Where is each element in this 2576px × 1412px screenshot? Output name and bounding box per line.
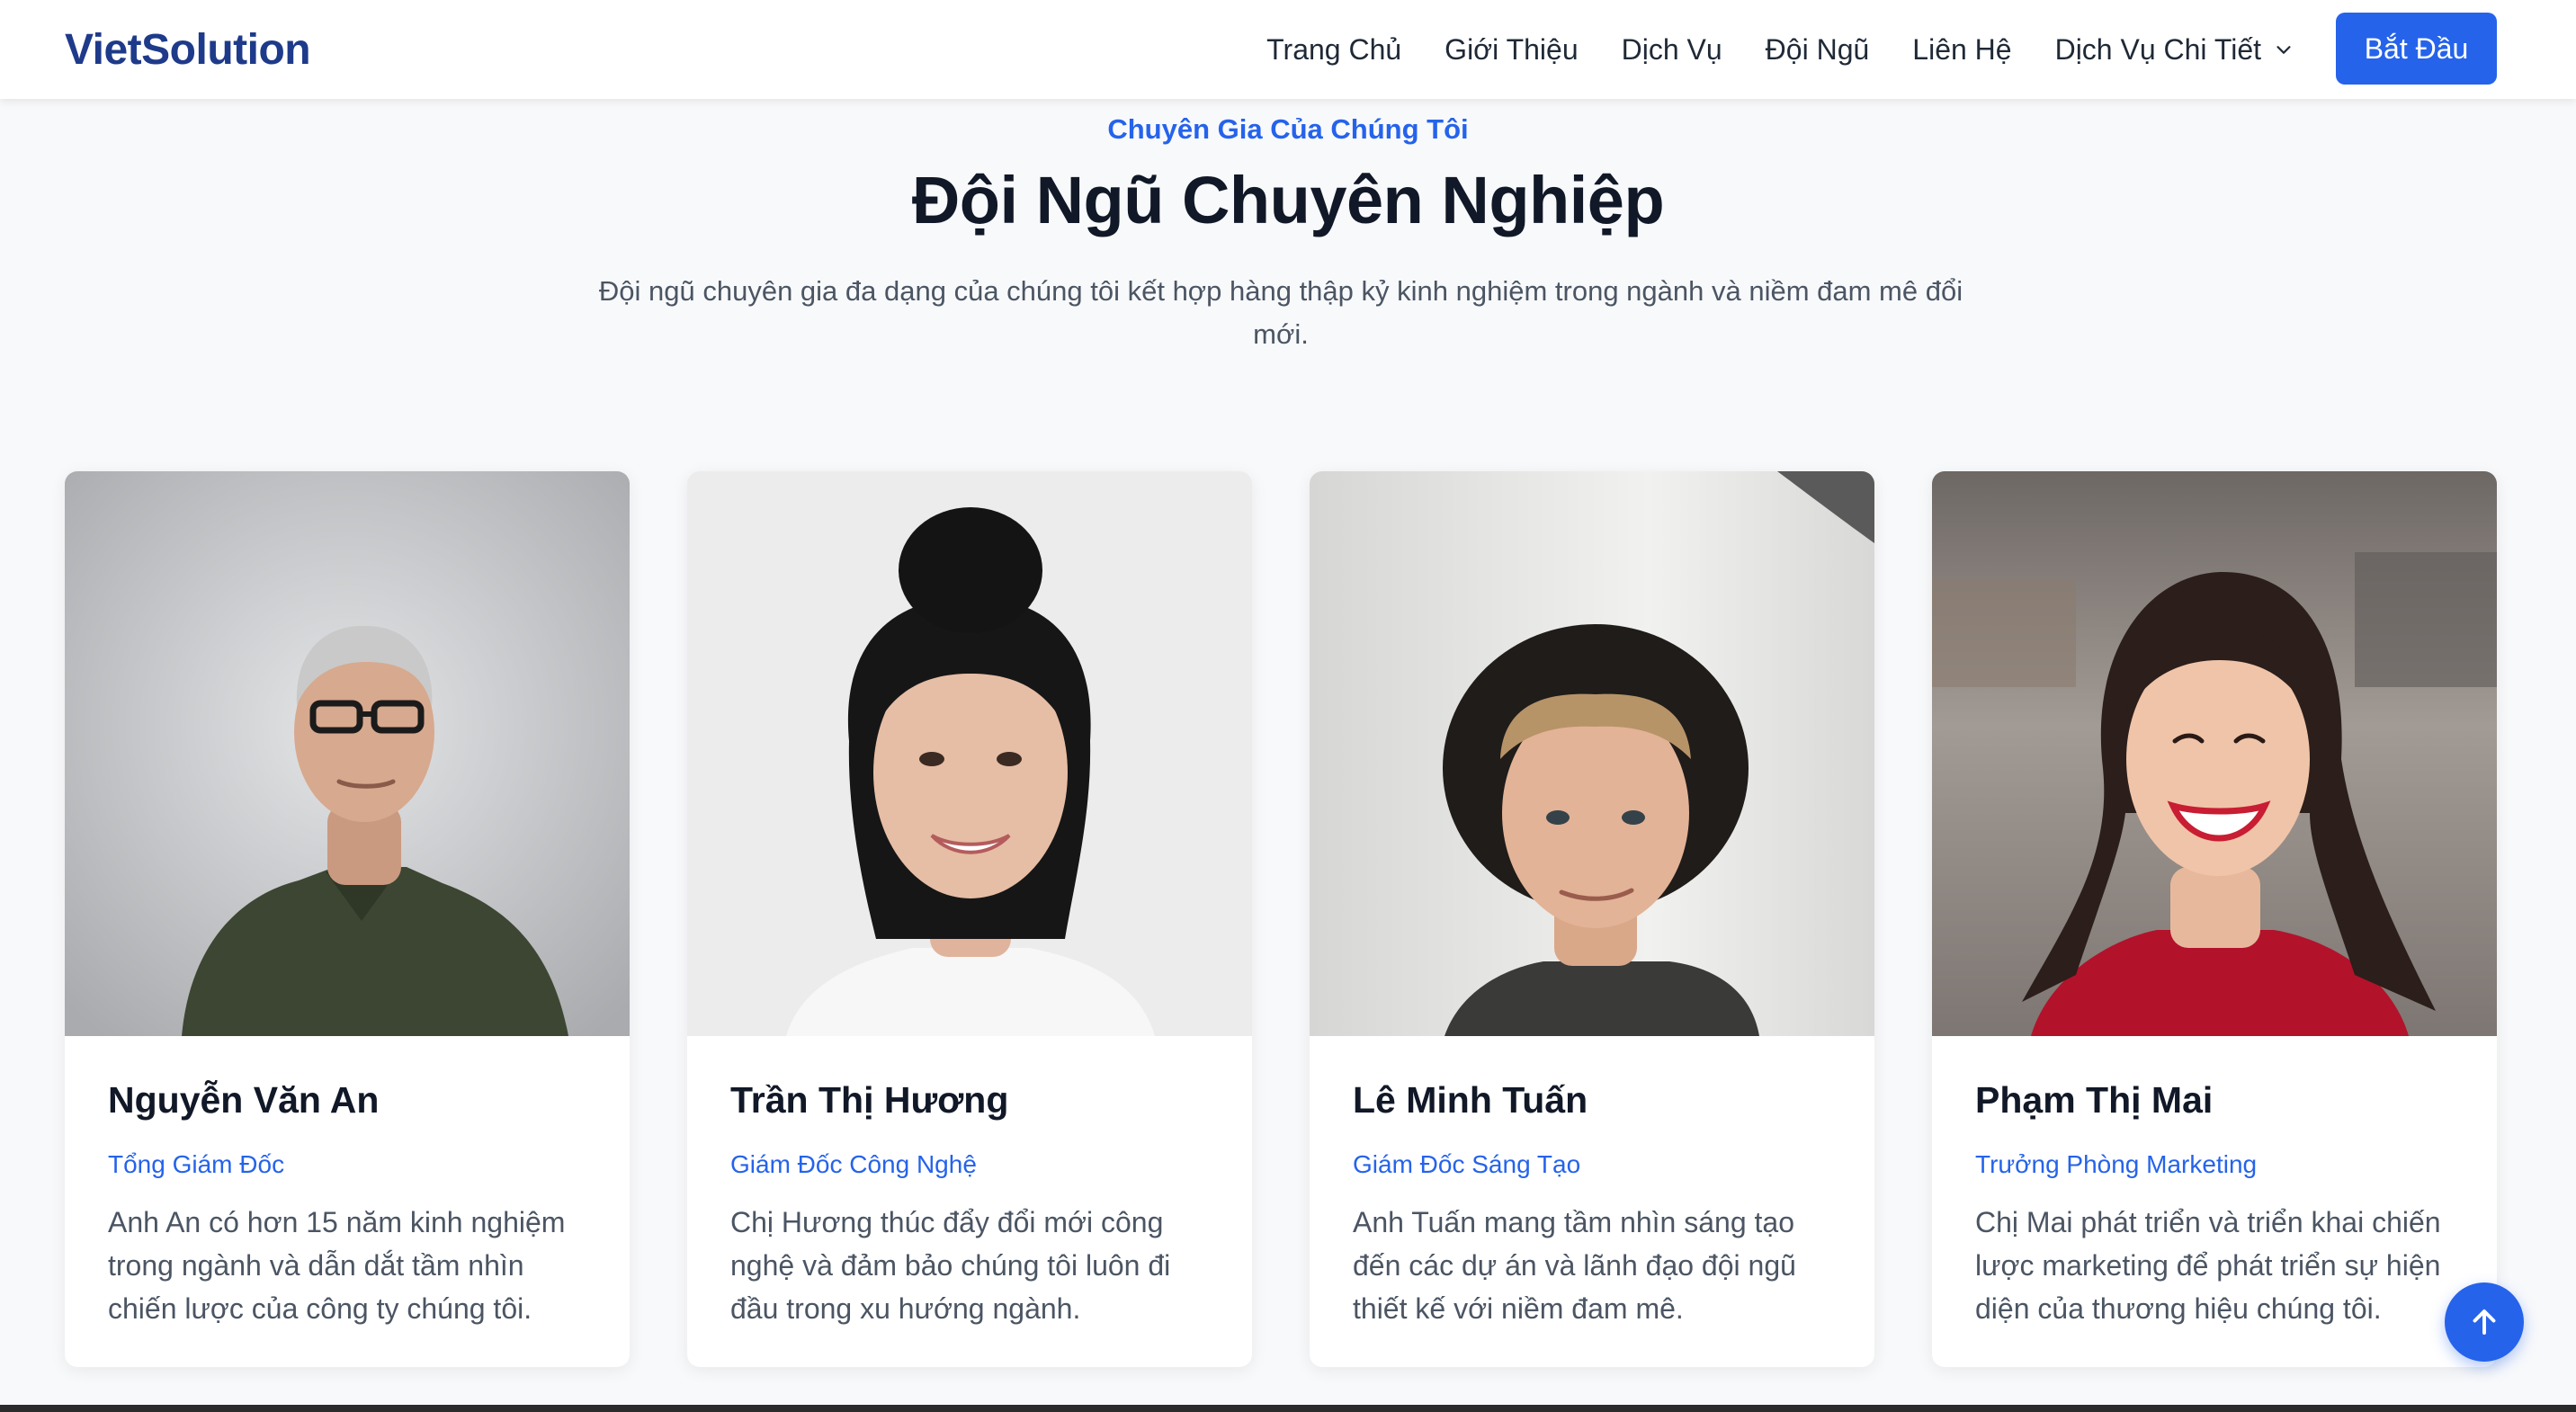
chevron-down-icon [2276, 46, 2291, 54]
section-title: Đội Ngũ Chuyên Nghiệp [911, 163, 1665, 237]
member-role: Giám Đốc Công Nghệ [730, 1150, 977, 1178]
nav-link-services[interactable]: Dịch Vụ [1622, 33, 1722, 67]
scroll-to-top-button[interactable] [2445, 1282, 2524, 1362]
member-bio: Anh An có hơn 15 năm kinh nghiệm trong n… [108, 1206, 566, 1325]
team-card: Trần Thị Hương Giám Đốc Công Nghệ Chị Hư… [687, 471, 1252, 1367]
team-card: Nguyễn Văn An Tổng Giám Đốc Anh An có hơ… [65, 471, 630, 1367]
card-body: Phạm Thị Mai Trưởng Phòng Marketing Chị … [1975, 1079, 2461, 1330]
member-role: Tổng Giám Đốc [108, 1150, 285, 1178]
member-role: Giám Đốc Sáng Tạo [1353, 1150, 1581, 1178]
section-description: Đội ngũ chuyên gia đa dạng của chúng tôi… [598, 275, 1963, 350]
member-photo [1932, 471, 2497, 1036]
member-photo [65, 471, 630, 1036]
team-card: Lê Minh Tuấn Giám Đốc Sáng Tạo Anh Tuấn … [1310, 471, 1874, 1367]
member-name: Trần Thị Hương [730, 1079, 1009, 1121]
member-role: Trưởng Phòng Marketing [1975, 1150, 2258, 1178]
member-name: Lê Minh Tuấn [1353, 1079, 1588, 1121]
member-name: Phạm Thị Mai [1975, 1079, 2214, 1121]
page-viewport: VietSolution Trang Chủ Giới Thiệu Dịch V… [0, 0, 2576, 1405]
member-photo [1310, 471, 1874, 1036]
get-started-button[interactable]: Bắt Đầu [2336, 13, 2497, 85]
arrow-up-icon [2473, 1309, 2496, 1335]
member-bio: Anh Tuấn mang tầm nhìn sáng tạo đến các … [1353, 1206, 1796, 1325]
member-bio: Chị Hương thúc đẩy đổi mới công nghệ và … [730, 1206, 1171, 1325]
top-navbar: VietSolution Trang Chủ Giới Thiệu Dịch V… [0, 0, 2576, 99]
nav-link-team[interactable]: Đội Ngũ [1766, 33, 1870, 67]
nav-link-about[interactable]: Giới Thiệu [1445, 33, 1578, 67]
card-body: Trần Thị Hương Giám Đốc Công Nghệ Chị Hư… [730, 1079, 1216, 1330]
member-name: Nguyễn Văn An [108, 1079, 380, 1121]
nav-dropdown-label: Dịch Vụ Chi Tiết [2054, 32, 2261, 66]
nav-link-home[interactable]: Trang Chủ [1266, 33, 1401, 67]
member-bio: Chị Mai phát triển và triển khai chiến l… [1975, 1206, 2441, 1325]
nav-links: Trang Chủ Giới Thiệu Dịch Vụ Đội Ngũ Liê… [1266, 0, 2294, 99]
card-body: Lê Minh Tuấn Giám Đốc Sáng Tạo Anh Tuấn … [1353, 1079, 1838, 1330]
section-eyebrow: Chuyên Gia Của Chúng Tôi [1107, 113, 1469, 145]
nav-link-contact[interactable]: Liên Hệ [1912, 33, 2011, 67]
brand-logo[interactable]: VietSolution [65, 25, 311, 75]
nav-dropdown-service-details[interactable]: Dịch Vụ Chi Tiết [2055, 33, 2294, 67]
team-card: Phạm Thị Mai Trưởng Phòng Marketing Chị … [1932, 471, 2497, 1367]
card-body: Nguyễn Văn An Tổng Giám Đốc Anh An có hơ… [108, 1079, 594, 1330]
member-photo [687, 471, 1252, 1036]
